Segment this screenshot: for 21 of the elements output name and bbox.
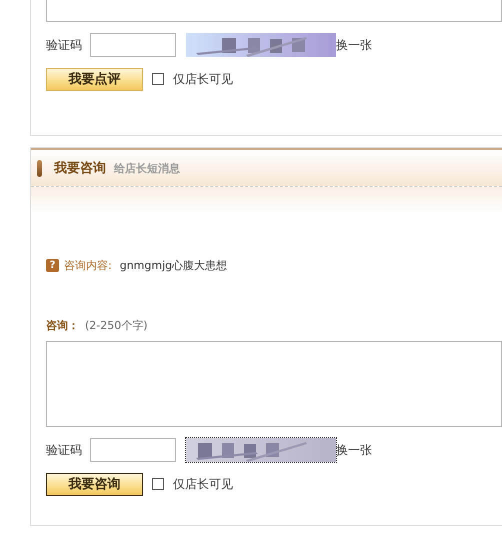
field-hint: (2-250个字) — [85, 318, 148, 332]
section-subtitle: 给店长短消息 — [114, 160, 180, 176]
refresh-captcha-link[interactable]: 换一张 — [336, 442, 372, 458]
captcha-label: 验证码 — [46, 36, 82, 54]
checkbox[interactable] — [152, 73, 164, 85]
field-label: 咨询： — [46, 318, 79, 332]
checkbox[interactable] — [152, 478, 164, 490]
question-icon: ? — [46, 258, 59, 272]
checkbox-label: 仅店长可见 — [173, 70, 233, 88]
bar-icon — [37, 160, 42, 176]
section-title: 我要咨询 — [54, 160, 106, 177]
checkbox-label: 仅店长可见 — [173, 476, 233, 492]
question-text: gnmgmjg心腹大患想 — [120, 258, 228, 272]
captcha-input[interactable] — [90, 438, 176, 462]
submit-button[interactable]: 我要咨询 — [46, 472, 143, 496]
submit-button[interactable]: 我要点评 — [46, 68, 143, 90]
captcha-label: 验证码 — [46, 442, 82, 458]
question-label: 咨询内容: — [64, 258, 112, 272]
captcha-input[interactable] — [90, 33, 176, 57]
consult-textarea[interactable] — [46, 341, 502, 427]
refresh-captcha-link[interactable]: 换一张 — [336, 36, 372, 54]
